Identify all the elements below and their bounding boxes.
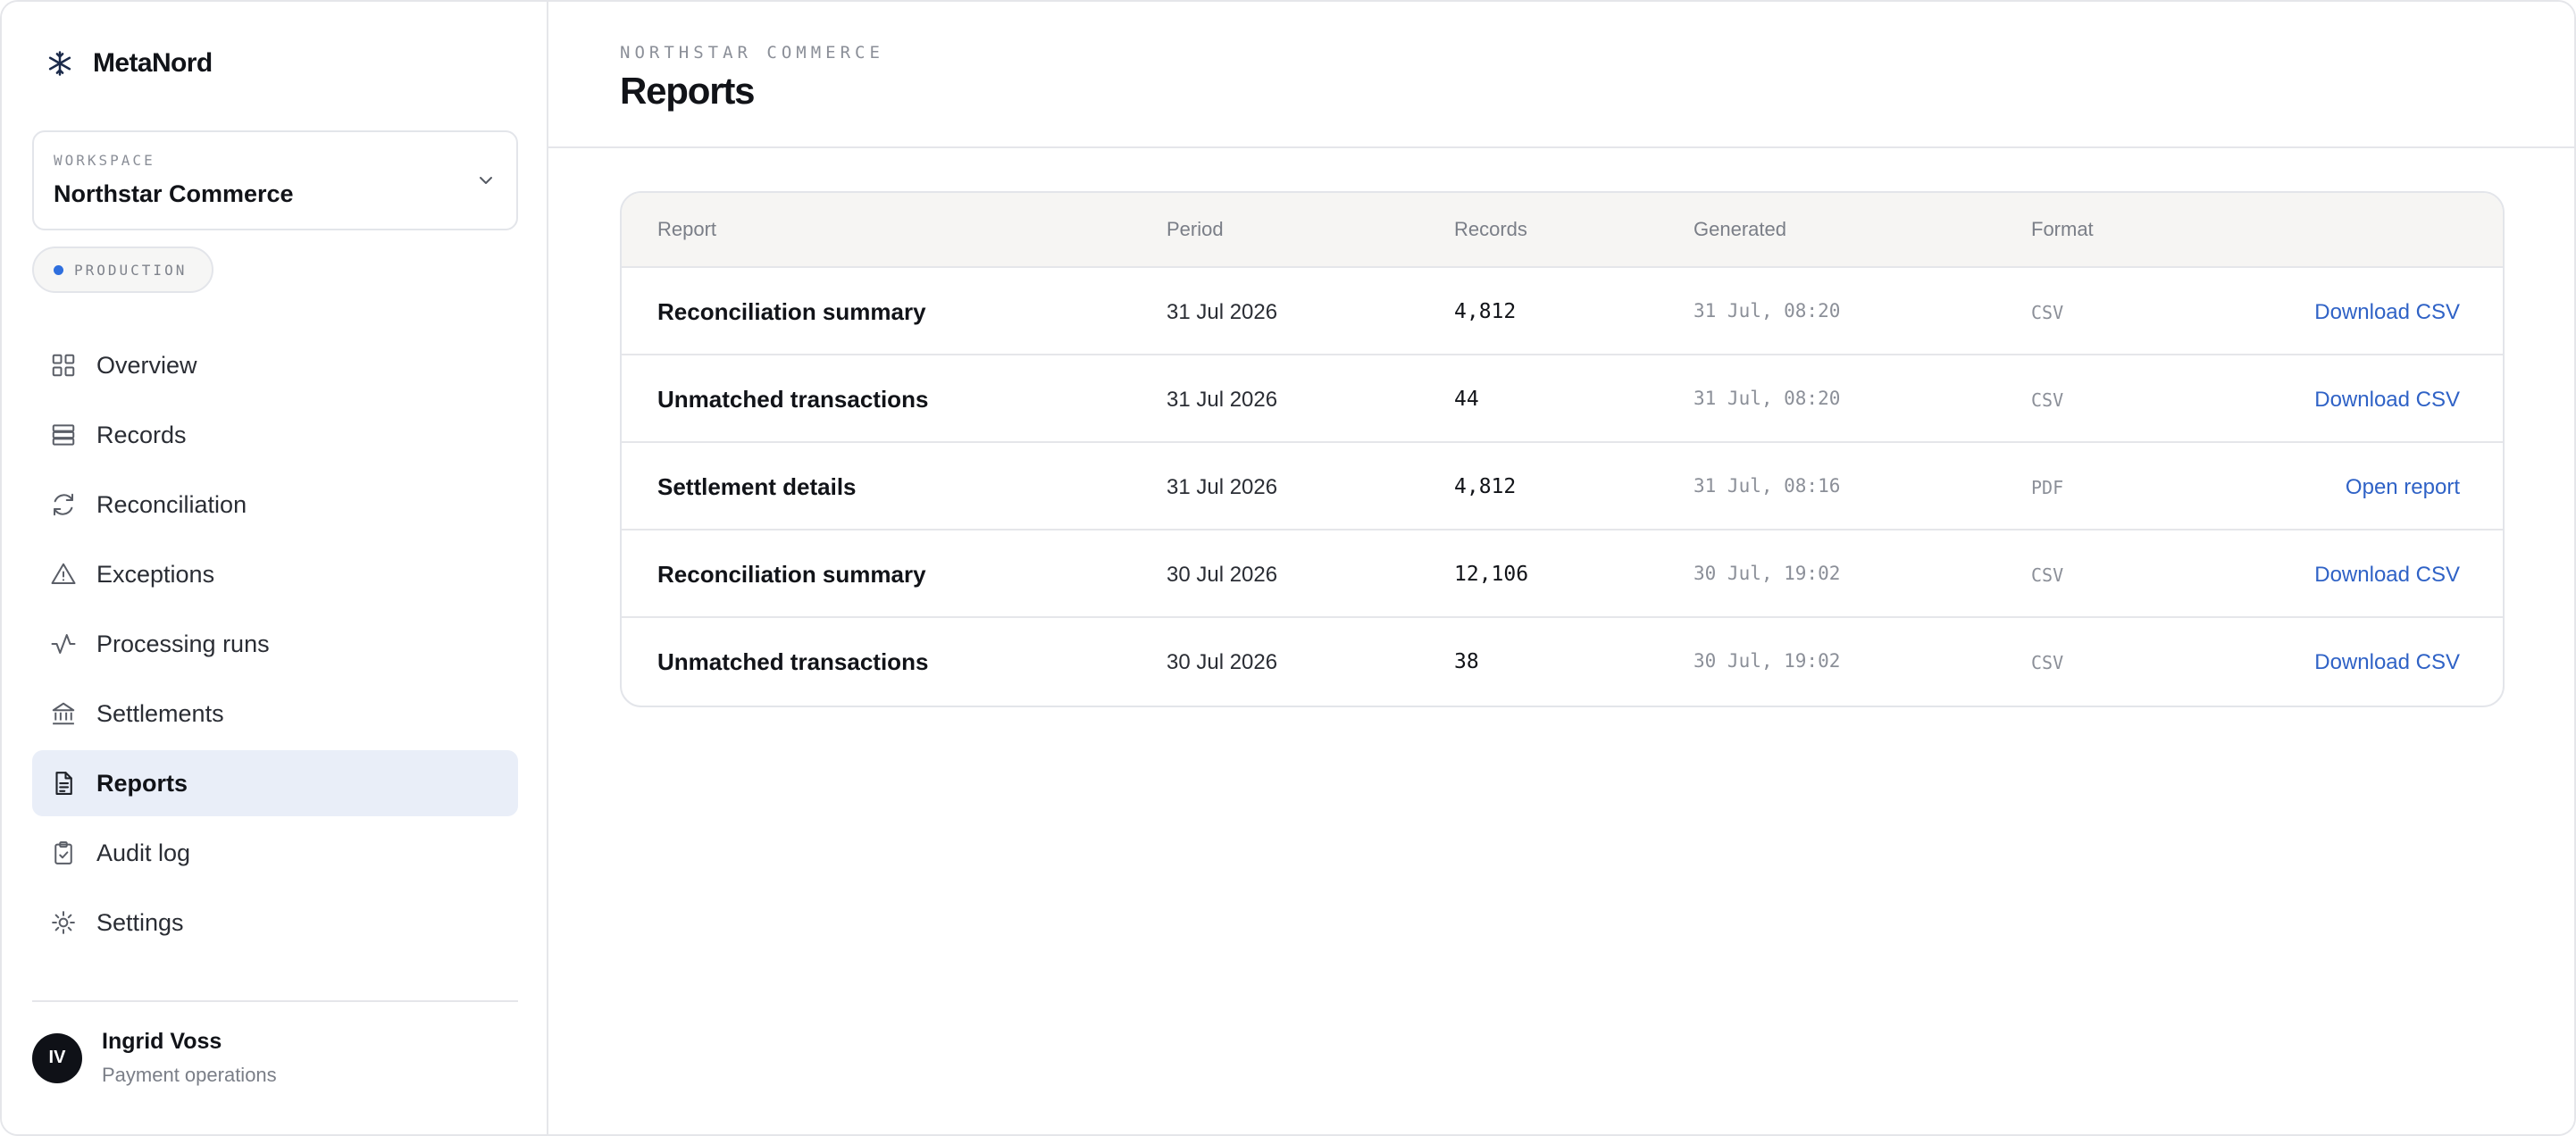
column-header-report: Report (657, 218, 717, 240)
sidebar-item-label: Settings (96, 908, 184, 936)
sidebar-item-label: Processing runs (96, 630, 270, 657)
refresh-icon (50, 491, 77, 518)
column-header-records: Records (1454, 218, 1527, 240)
activity-icon (50, 631, 77, 657)
sidebar-item-label: Overview (96, 351, 197, 379)
sidebar-item-label: Records (96, 421, 187, 448)
bank-icon (50, 700, 77, 727)
report-period: 31 Jul 2026 (1167, 388, 1278, 412)
sidebar-item-exceptions[interactable]: Exceptions (32, 541, 518, 607)
table-row: Settlement details 31 Jul 2026 4,812 31 … (622, 443, 2503, 530)
report-format: PDF (2031, 477, 2064, 498)
report-period: 31 Jul 2026 (1167, 475, 1278, 499)
report-period: 30 Jul 2026 (1167, 563, 1278, 587)
main-content: NORTHSTAR COMMERCE Reports Report Period… (548, 2, 2574, 1134)
column-header-format: Format (2031, 218, 2094, 240)
sidebar-item-label: Reconciliation (96, 490, 247, 518)
sidebar-item-label: Exceptions (96, 560, 215, 588)
sidebar-divider (32, 1000, 518, 1002)
sidebar-item-records[interactable]: Records (32, 402, 518, 468)
sidebar-item-label: Settlements (96, 699, 224, 727)
report-records: 38 (1454, 650, 1479, 673)
table-row: Reconciliation summary 31 Jul 2026 4,812… (622, 268, 2503, 355)
download-csv-link[interactable]: Download CSV (2314, 300, 2460, 325)
report-name: Reconciliation summary (657, 561, 926, 588)
column-header-generated: Generated (1694, 218, 1786, 240)
app-window: MetaNord WORKSPACE Northstar Commerce PR… (0, 0, 2576, 1136)
sidebar-item-reconciliation[interactable]: Reconciliation (32, 472, 518, 538)
report-format: CSV (2031, 389, 2064, 411)
report-generated: 31 Jul, 08:16 (1694, 475, 1841, 497)
warning-triangle-icon (50, 561, 77, 588)
user-role: Payment operations (102, 1064, 277, 1086)
page-title: Reports (620, 70, 755, 112)
user-details: Ingrid Voss Payment operations (102, 1029, 277, 1087)
report-name: Unmatched transactions (657, 648, 929, 675)
document-icon (50, 770, 77, 797)
sidebar-item-settlements[interactable]: Settlements (32, 681, 518, 747)
grid-icon (50, 352, 77, 379)
brand-name: MetaNord (93, 48, 213, 78)
sidebar-item-label: Reports (96, 769, 188, 797)
report-generated: 31 Jul, 08:20 (1694, 300, 1841, 322)
report-period: 31 Jul 2026 (1167, 300, 1278, 324)
snowflake-icon (46, 50, 73, 77)
sidebar-nav: Overview Records Reconciliation Exceptio… (32, 332, 518, 959)
sidebar: MetaNord WORKSPACE Northstar Commerce PR… (2, 2, 548, 1134)
workspace-name: Northstar Commerce (54, 180, 294, 207)
column-header-period: Period (1167, 218, 1224, 240)
reports-table: Report Period Records Generated Format R… (620, 191, 2505, 707)
environment-badge: PRODUCTION (32, 246, 214, 293)
sidebar-item-processing-runs[interactable]: Processing runs (32, 611, 518, 677)
database-icon (50, 422, 77, 448)
report-records: 12,106 (1454, 563, 1529, 586)
table-row: Unmatched transactions 31 Jul 2026 44 31… (622, 355, 2503, 443)
table-header: Report Period Records Generated Format (622, 193, 2503, 268)
report-period: 30 Jul 2026 (1167, 650, 1278, 674)
report-name: Unmatched transactions (657, 386, 929, 413)
report-generated: 30 Jul, 19:02 (1694, 650, 1841, 672)
report-format: CSV (2031, 564, 2064, 586)
chevron-down-icon (475, 170, 497, 191)
status-dot (54, 264, 63, 275)
sidebar-item-settings[interactable]: Settings (32, 890, 518, 956)
report-records: 4,812 (1454, 475, 1517, 498)
workspace-selector[interactable]: WORKSPACE Northstar Commerce (32, 130, 518, 230)
sidebar-item-overview[interactable]: Overview (32, 332, 518, 398)
report-records: 4,812 (1454, 300, 1517, 323)
report-records: 44 (1454, 388, 1479, 411)
sidebar-item-reports[interactable]: Reports (32, 750, 518, 816)
avatar: IV (32, 1032, 82, 1083)
report-format: CSV (2031, 302, 2064, 323)
page-eyebrow: NORTHSTAR COMMERCE (620, 43, 884, 63)
report-format: CSV (2031, 652, 2064, 673)
user-name: Ingrid Voss (102, 1029, 222, 1054)
download-csv-link[interactable]: Download CSV (2314, 563, 2460, 588)
page-header: NORTHSTAR COMMERCE Reports (548, 2, 2574, 148)
table-row: Unmatched transactions 30 Jul 2026 38 30… (622, 618, 2503, 706)
report-name: Settlement details (657, 473, 857, 500)
brand[interactable]: MetaNord (46, 48, 213, 79)
clipboard-check-icon (50, 839, 77, 866)
sidebar-item-label: Audit log (96, 839, 191, 866)
open-report-link[interactable]: Open report (2346, 475, 2460, 500)
sidebar-item-audit-log[interactable]: Audit log (32, 820, 518, 886)
report-name: Reconciliation summary (657, 298, 926, 325)
workspace-label: WORKSPACE (54, 152, 155, 169)
gear-icon (50, 909, 77, 936)
report-generated: 30 Jul, 19:02 (1694, 563, 1841, 584)
table-row: Reconciliation summary 30 Jul 2026 12,10… (622, 530, 2503, 618)
download-csv-link[interactable]: Download CSV (2314, 650, 2460, 675)
download-csv-link[interactable]: Download CSV (2314, 388, 2460, 413)
user-profile[interactable]: IV Ingrid Voss Payment operations (32, 1029, 277, 1087)
environment-label: PRODUCTION (74, 261, 188, 279)
report-generated: 31 Jul, 08:20 (1694, 388, 1841, 409)
